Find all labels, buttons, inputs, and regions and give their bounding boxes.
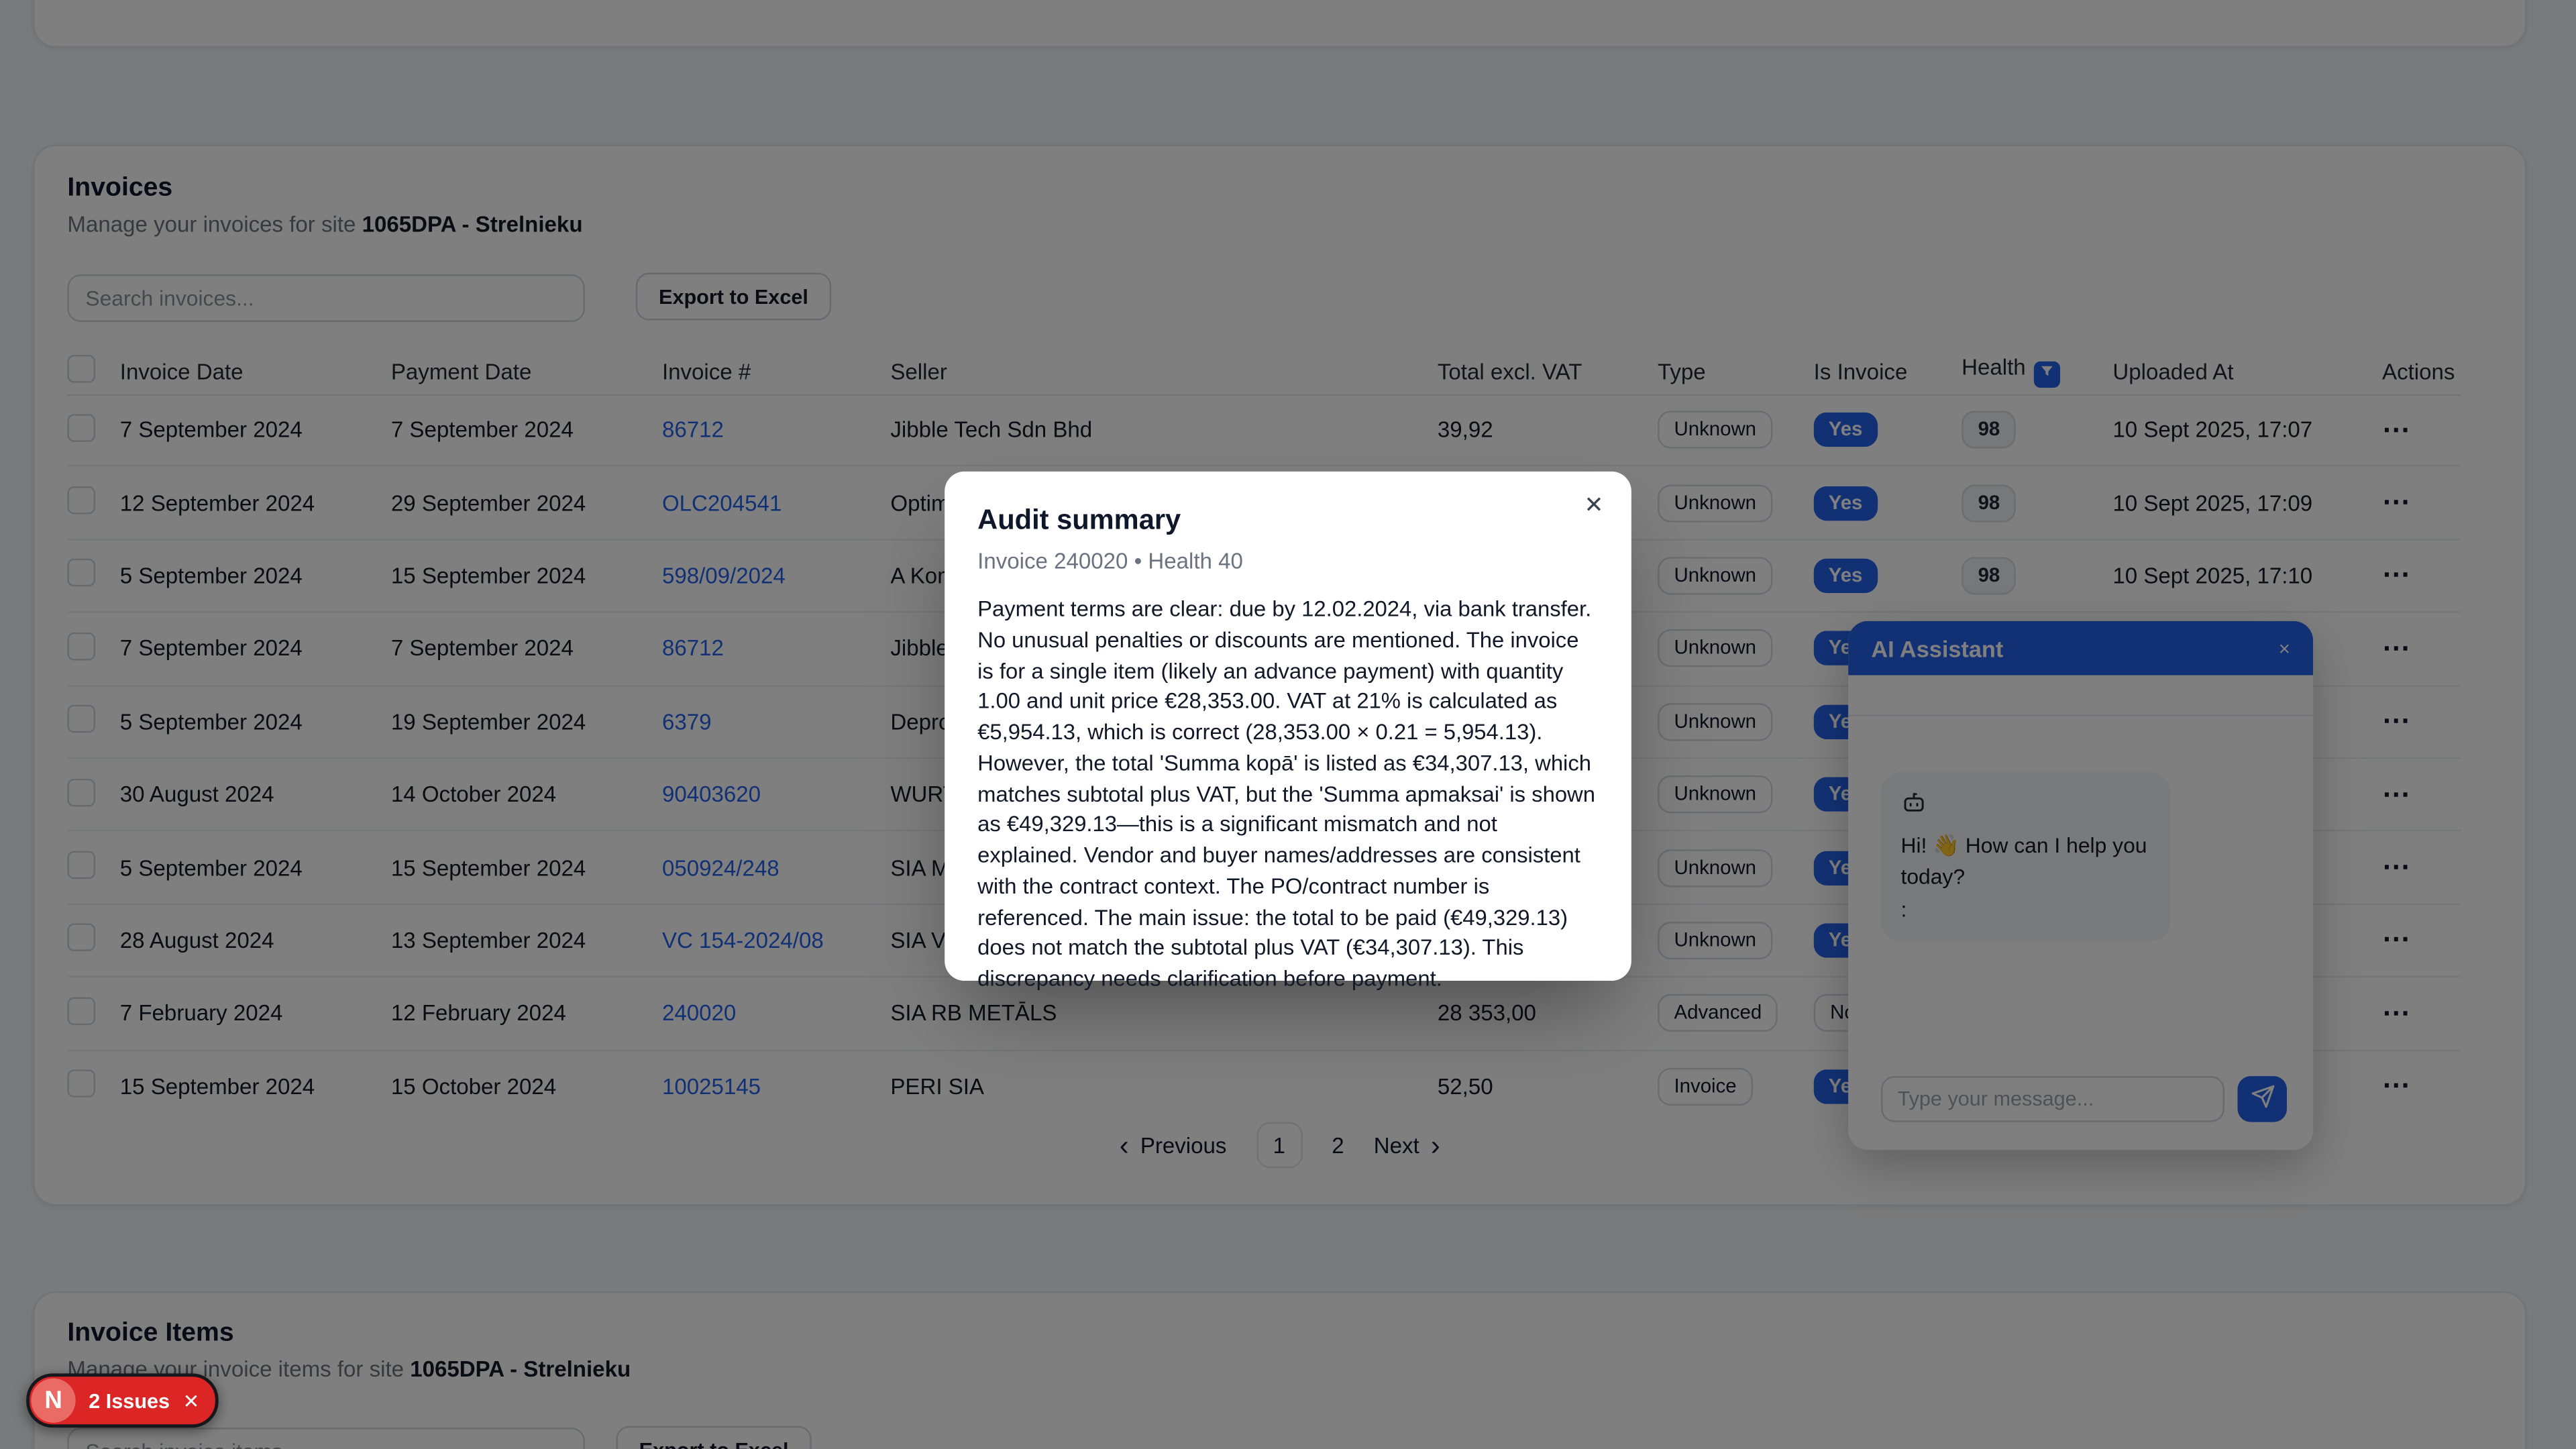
issues-badge-label: 2 Issues <box>89 1389 170 1412</box>
issues-badge[interactable]: N 2 Issues ✕ <box>26 1373 219 1428</box>
modal-subtitle: Invoice 240020 • Health 40 <box>977 549 1599 574</box>
audit-summary-modal: ✕ Audit summary Invoice 240020 • Health … <box>945 472 1631 981</box>
page: Invoices Manage your invoices for site 1… <box>0 0 2576 1449</box>
modal-body-text: Payment terms are clear: due by 12.02.20… <box>977 595 1599 996</box>
modal-close-icon[interactable]: ✕ <box>1584 493 1603 516</box>
nextjs-logo-icon: N <box>32 1379 76 1423</box>
issues-close-icon[interactable]: ✕ <box>183 1391 200 1410</box>
modal-title: Audit summary <box>977 504 1599 537</box>
